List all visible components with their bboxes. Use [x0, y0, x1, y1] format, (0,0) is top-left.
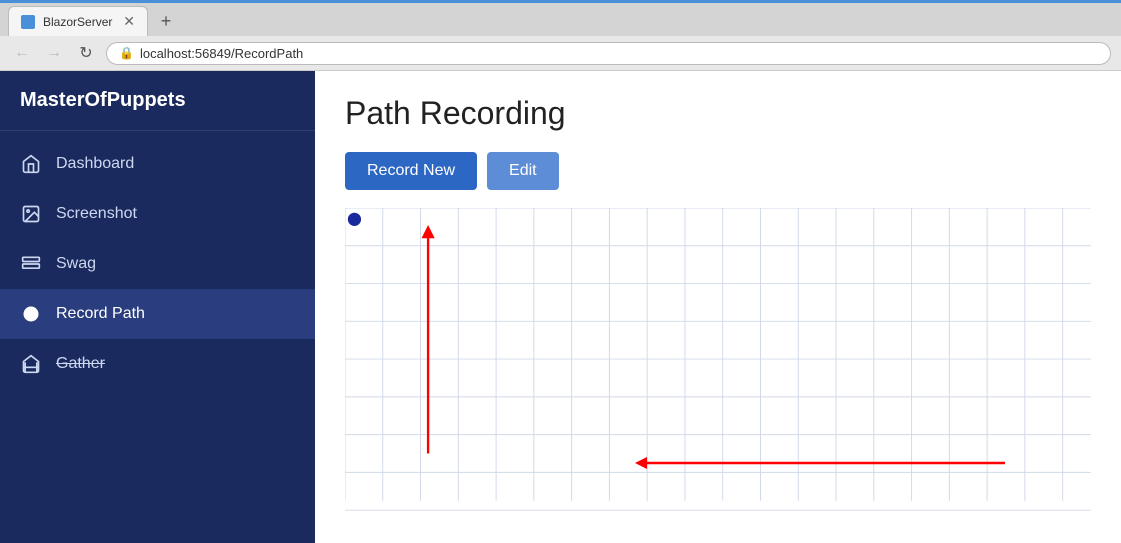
- record-new-button[interactable]: Record New: [345, 152, 477, 190]
- forward-button[interactable]: →: [42, 41, 66, 65]
- page-title: Path Recording: [345, 95, 1091, 132]
- sidebar-label-swag: Swag: [56, 255, 96, 273]
- back-button[interactable]: ←: [10, 41, 34, 65]
- layers-icon: [20, 253, 42, 275]
- address-bar: ← → ↻ 🔒 localhost:56849/RecordPath: [0, 36, 1121, 70]
- sidebar-item-gather[interactable]: Gather: [0, 339, 315, 389]
- sidebar-label-gather: Gather: [56, 355, 105, 373]
- toolbar: Record New Edit: [345, 152, 1091, 190]
- sidebar-nav: Dashboard Screenshot: [0, 131, 315, 397]
- sidebar-item-record-path[interactable]: Record Path: [0, 289, 315, 339]
- url-text: localhost:56849/RecordPath: [140, 46, 303, 61]
- top-accent-bar: [0, 0, 1121, 3]
- tab-close-button[interactable]: ✕: [123, 13, 135, 30]
- app-container: MasterOfPuppets Dashboard: [0, 71, 1121, 543]
- main-content: Path Recording Record New Edit: [315, 71, 1121, 543]
- new-tab-button[interactable]: +: [152, 7, 180, 35]
- sidebar-label-dashboard: Dashboard: [56, 155, 134, 173]
- sidebar: MasterOfPuppets Dashboard: [0, 71, 315, 543]
- sidebar-label-record-path: Record Path: [56, 305, 145, 323]
- path-recording-grid: [345, 208, 1091, 512]
- tab-bar: BlazorServer ✕ +: [0, 0, 1121, 36]
- grid-canvas: [345, 208, 1091, 512]
- sidebar-item-screenshot[interactable]: Screenshot: [0, 189, 315, 239]
- reload-button[interactable]: ↻: [74, 41, 98, 65]
- url-bar[interactable]: 🔒 localhost:56849/RecordPath: [106, 42, 1111, 65]
- home-icon: [20, 153, 42, 175]
- tab-favicon: [21, 15, 35, 29]
- image-icon: [20, 203, 42, 225]
- sidebar-label-screenshot: Screenshot: [56, 205, 137, 223]
- sidebar-item-swag[interactable]: Swag: [0, 239, 315, 289]
- browser-chrome: BlazorServer ✕ + ← → ↻ 🔒 localhost:56849…: [0, 0, 1121, 71]
- tab-label: BlazorServer: [43, 15, 112, 29]
- circle-icon: [20, 303, 42, 325]
- sidebar-item-dashboard[interactable]: Dashboard: [0, 139, 315, 189]
- edit-button[interactable]: Edit: [487, 152, 559, 190]
- browser-tab[interactable]: BlazorServer ✕: [8, 6, 148, 36]
- sidebar-title: MasterOfPuppets: [0, 71, 315, 131]
- house-icon: [20, 353, 42, 375]
- lock-icon: 🔒: [119, 46, 134, 60]
